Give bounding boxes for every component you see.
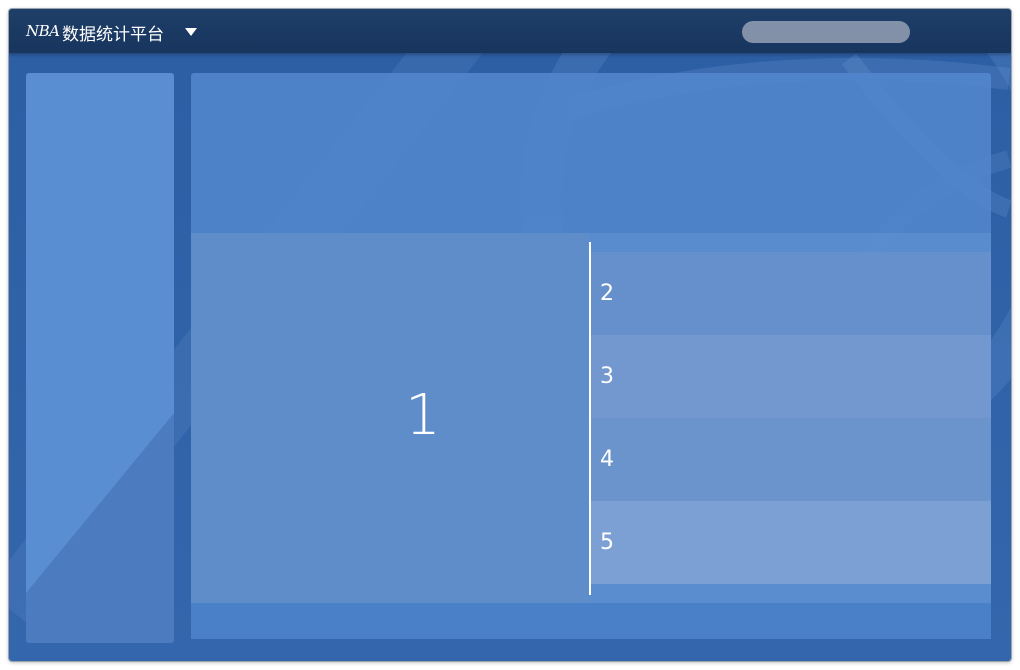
rank-number: 3 <box>600 364 614 389</box>
rank-number: 5 <box>600 530 614 555</box>
sidebar[interactable] <box>26 73 174 643</box>
search-input[interactable] <box>742 21 910 43</box>
app-title: 数据统计平台 <box>62 25 164 45</box>
header-banner <box>191 73 991 233</box>
sidebar-shade <box>26 413 174 643</box>
rank-number: 4 <box>600 447 614 472</box>
caret-down-icon[interactable] <box>185 28 197 36</box>
rank-row[interactable]: 4 <box>591 418 991 501</box>
footer-strip <box>191 603 991 639</box>
rank-number: 2 <box>600 281 614 306</box>
rank-row[interactable]: 2 <box>591 252 991 335</box>
nba-logo-icon: NBA <box>26 22 60 40</box>
rank-row[interactable]: 3 <box>591 335 991 418</box>
title-bar: NBA 数据统计平台 <box>9 9 1011 53</box>
featured-rank-number: 1 <box>405 383 441 448</box>
rank-row[interactable]: 5 <box>591 501 991 584</box>
